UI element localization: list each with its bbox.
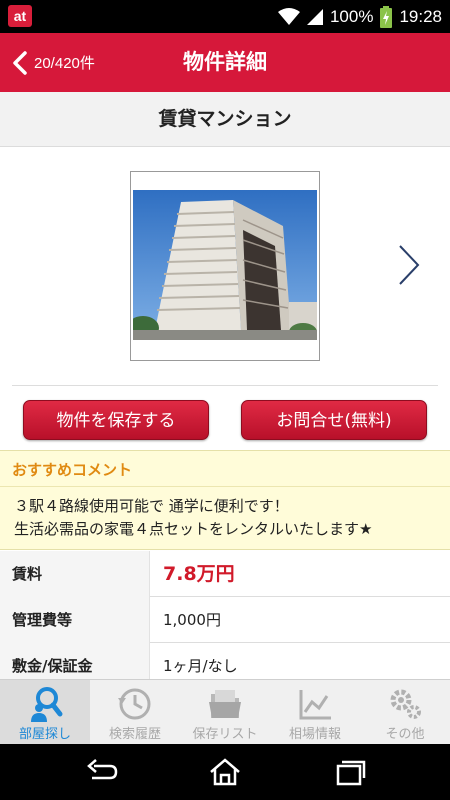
spec-table: 賃料 7.8万円 管理費等 1,000円 敷金/保証金 1ヶ月/なし xyxy=(0,551,450,689)
tab-label: 検索履歴 xyxy=(108,727,161,742)
result-counter: 20/420件 xyxy=(34,55,95,72)
battery-percent: 100% xyxy=(329,6,374,26)
folder-icon xyxy=(209,690,241,718)
next-photo-arrow-icon[interactable] xyxy=(390,240,430,290)
comment-divider xyxy=(0,486,450,487)
tab-label: 保存リスト xyxy=(192,727,258,742)
tab-label: 部屋探し xyxy=(18,727,71,742)
management-fee-value: 1,000円 xyxy=(163,611,221,629)
chart-icon xyxy=(299,690,331,720)
recent-apps-icon[interactable] xyxy=(328,758,368,786)
tab-market-info[interactable]: 相場情報 xyxy=(270,680,360,744)
tab-label: 相場情報 xyxy=(288,727,341,742)
search-person-icon xyxy=(31,687,63,722)
comment-body: ３駅４路線使用可能で 通学に便利です！ 生活必需品の家電４点セットをレンタルいた… xyxy=(14,495,444,541)
comment-line: ３駅４路線使用可能で 通学に便利です！ xyxy=(14,497,289,515)
tab-other[interactable]: その他 xyxy=(360,680,450,744)
comment-line: 生活必需品の家電４点セットをレンタルいたします★ xyxy=(14,520,373,538)
spec-row-rent: 賃料 7.8万円 xyxy=(0,551,450,597)
save-property-button[interactable]: 物件を保存する xyxy=(23,400,209,440)
chevron-left-icon xyxy=(13,50,27,75)
back-button[interactable]: 20/420件 xyxy=(10,33,95,92)
back-nav-icon[interactable] xyxy=(82,758,122,786)
tab-label: その他 xyxy=(385,727,425,742)
comment-heading: おすすめコメント xyxy=(12,461,133,479)
app-header: 20/420件 物件詳細 xyxy=(0,33,450,92)
home-nav-icon[interactable] xyxy=(205,758,245,786)
property-photo xyxy=(133,190,317,340)
recommend-comment: おすすめコメント ３駅４路線使用可能で 通学に便利です！ 生活必需品の家電４点セ… xyxy=(0,450,450,550)
divider xyxy=(12,385,438,386)
history-clock-icon xyxy=(118,688,151,720)
clock: 19:28 xyxy=(399,6,442,26)
tab-room-search[interactable]: 部屋探し xyxy=(0,680,90,744)
property-type: 賃貸マンション xyxy=(0,92,450,147)
wifi-icon xyxy=(277,7,300,25)
spec-label: 管理費等 xyxy=(0,597,150,643)
bottom-tab-bar: 部屋探し 検索履歴 保存リスト 相場情報 その他 xyxy=(0,679,450,744)
battery-charging-icon xyxy=(380,5,393,28)
status-bar: at 100% 19:28 xyxy=(0,0,450,33)
contact-button[interactable]: お問合せ(無料) xyxy=(241,400,427,440)
tab-saved-list[interactable]: 保存リスト xyxy=(180,680,270,744)
rent-value: 7.8万円 xyxy=(163,563,235,585)
property-photo-frame[interactable] xyxy=(130,171,320,361)
app-badge-icon: at xyxy=(8,5,32,27)
system-nav-bar xyxy=(0,744,450,800)
spec-label: 賃料 xyxy=(0,551,150,597)
spec-row-management-fee: 管理費等 1,000円 xyxy=(0,597,450,643)
signal-icon xyxy=(306,8,323,25)
tab-search-history[interactable]: 検索履歴 xyxy=(90,680,180,744)
gear-icon xyxy=(390,689,421,719)
